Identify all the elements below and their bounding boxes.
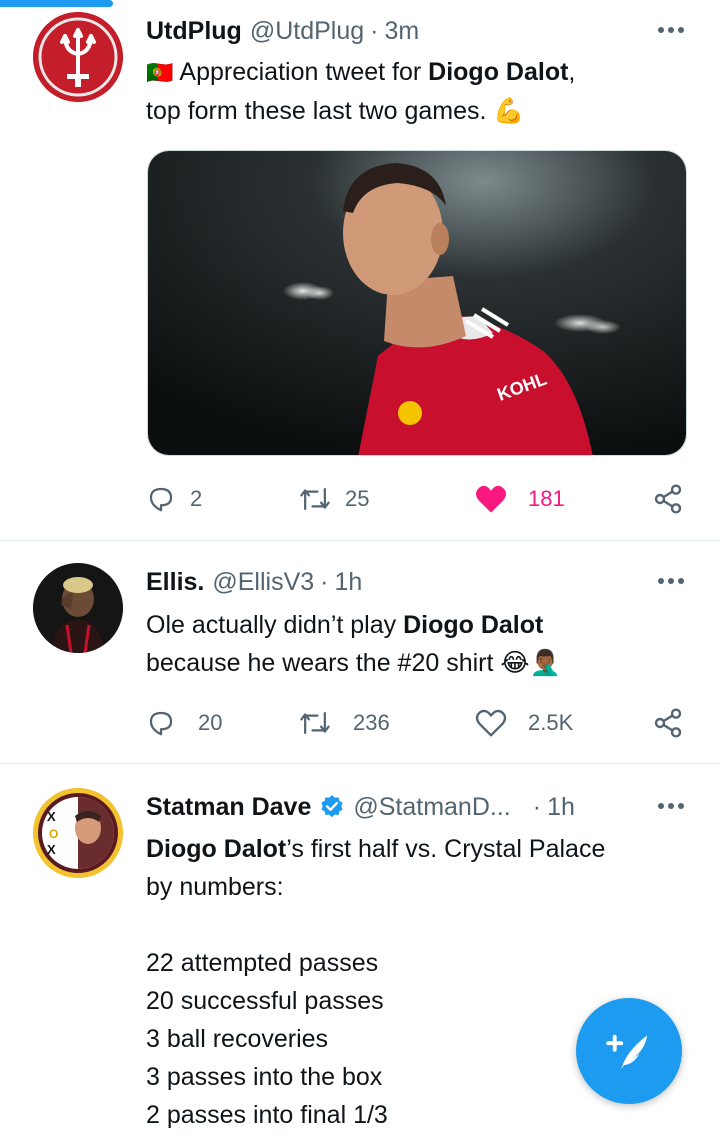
- tweet-utdplug[interactable]: UtdPlug @UtdPlug · 3m 🇵🇹 Appreciation twe…: [0, 0, 720, 540]
- like-button[interactable]: 181: [474, 479, 565, 519]
- share-icon: [654, 484, 682, 514]
- retweet-button[interactable]: 236: [299, 703, 390, 743]
- avatar[interactable]: [33, 563, 123, 653]
- share-button[interactable]: [652, 479, 684, 519]
- reply-button[interactable]: 20: [146, 703, 222, 743]
- avatar[interactable]: [33, 12, 123, 102]
- tweet-text-bold: Diogo Dalot: [403, 611, 544, 639]
- reply-button[interactable]: 2: [146, 479, 202, 519]
- reply-count: 2: [190, 486, 203, 511]
- laughing-facepalm-emoji: 😂🤦🏾‍♂️: [500, 649, 561, 677]
- retweet-button[interactable]: 25: [299, 479, 369, 519]
- timestamp[interactable]: 1h: [547, 793, 575, 822]
- tweet-text-line: because he wears the #20 shirt: [146, 649, 494, 677]
- stat-line: 22 attempted passes: [146, 949, 379, 977]
- retweet-icon: [300, 488, 330, 510]
- stat-line: 2 passes into final 1/3: [146, 1101, 388, 1129]
- avatar-photo: [33, 563, 123, 653]
- tweet-header: Ellis. @EllisV3 · 1h: [146, 565, 362, 599]
- verified-badge-icon: [321, 795, 343, 818]
- flag-emoji: 🇵🇹: [146, 60, 174, 85]
- retweet-count: 25: [345, 486, 370, 511]
- retweet-count: 236: [353, 710, 390, 735]
- like-count: 2.5K: [528, 710, 574, 735]
- username[interactable]: @StatmanD...: [353, 793, 510, 822]
- tweet-ellis[interactable]: Ellis. @EllisV3 · 1h Ole actually didn’t…: [0, 541, 720, 763]
- like-button[interactable]: 2.5K: [474, 703, 573, 743]
- tweet-actions: 20 236 2.5K: [146, 703, 691, 743]
- separator: ·: [370, 16, 379, 45]
- more-horizontal-icon: [658, 27, 684, 33]
- tweet-text-part: Appreciation tweet for: [179, 58, 429, 86]
- username[interactable]: @UtdPlug: [250, 17, 364, 46]
- tweet-header: UtdPlug @UtdPlug · 3m: [146, 14, 419, 48]
- tweet-text-line: top form these last two games.: [146, 97, 487, 125]
- svg-text:O: O: [49, 827, 58, 841]
- heart-icon: [476, 485, 506, 513]
- display-name[interactable]: UtdPlug: [146, 17, 242, 46]
- reply-count: 20: [198, 710, 223, 735]
- trident-logo-icon: [33, 12, 123, 102]
- svg-text:X: X: [47, 809, 56, 824]
- display-name[interactable]: Statman Dave: [146, 793, 311, 822]
- timestamp[interactable]: 1h: [335, 568, 363, 597]
- tweet-text-part: Ole actually didn’t play: [146, 611, 404, 639]
- more-horizontal-icon: [658, 578, 684, 584]
- separator: ·: [532, 792, 542, 821]
- heart-icon: [475, 709, 507, 737]
- tweet-text: Ole actually didn’t play Diogo Dalot bec…: [146, 606, 686, 682]
- tweet-text-part: ,: [568, 58, 576, 86]
- flexed-biceps-emoji: 💪: [493, 97, 525, 125]
- more-options-button[interactable]: [654, 796, 688, 816]
- tweet-actions: 2 25 181: [146, 479, 691, 519]
- tweet-text: 🇵🇹 Appreciation tweet for Diogo Dalot, to…: [146, 53, 686, 130]
- more-horizontal-icon: [658, 803, 684, 809]
- username[interactable]: @EllisV3: [212, 568, 314, 597]
- svg-text:X: X: [47, 842, 56, 857]
- timestamp[interactable]: 3m: [384, 17, 419, 46]
- tweet-text-bold: Diogo Dalot: [146, 835, 287, 863]
- tweet-text-part: ’s first half vs. Crystal Palace: [286, 835, 606, 863]
- tweet-header: Statman Dave @StatmanD... · 1h: [146, 790, 575, 824]
- retweet-icon: [300, 712, 330, 734]
- compose-tweet-button[interactable]: [576, 998, 682, 1104]
- avatar-logo: X O X: [33, 788, 123, 878]
- more-options-button[interactable]: [654, 20, 688, 40]
- player-photo: KOHL: [148, 151, 686, 455]
- share-button[interactable]: [652, 703, 684, 743]
- share-icon: [654, 708, 682, 738]
- like-count: 181: [528, 486, 565, 511]
- tweet-text-line: by numbers:: [146, 873, 284, 901]
- tweet-photo[interactable]: KOHL: [147, 150, 687, 456]
- more-options-button[interactable]: [654, 571, 688, 591]
- compose-tweet-icon: [606, 1034, 648, 1070]
- separator: ·: [320, 567, 329, 596]
- tweet-text-bold: Diogo Dalot: [428, 58, 569, 86]
- display-name[interactable]: Ellis.: [146, 568, 204, 597]
- reply-icon: [149, 711, 173, 736]
- avatar[interactable]: X O X: [33, 788, 123, 878]
- reply-icon: [149, 487, 173, 512]
